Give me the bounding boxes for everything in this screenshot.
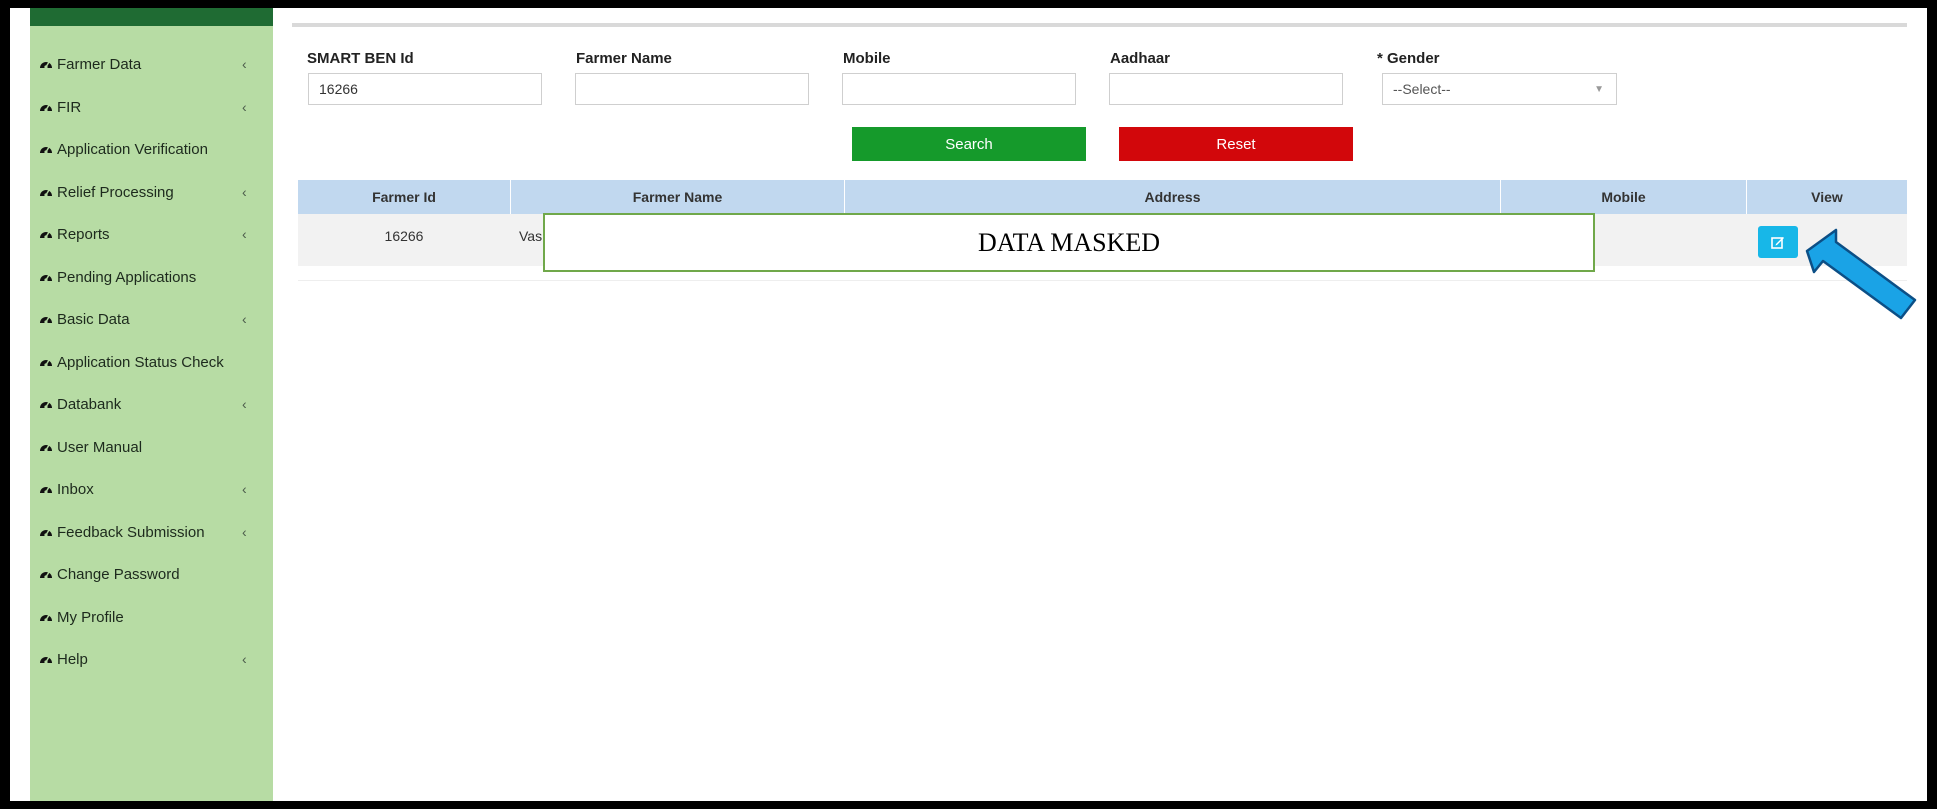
search-button[interactable]: Search <box>852 127 1086 161</box>
sidebar-item-label: Basic Data <box>57 310 130 328</box>
sidebar-item-my-profile[interactable]: My Profile <box>30 597 273 637</box>
chevron-left-icon: ‹ <box>242 56 247 72</box>
sidebar-item-reports[interactable]: Reports ‹ <box>30 214 273 254</box>
sidebar-item-pending-applications[interactable]: Pending Applications <box>30 257 273 297</box>
sidebar-item-feedback-submission[interactable]: Feedback Submission ‹ <box>30 512 273 552</box>
chevron-left-icon: ‹ <box>242 651 247 667</box>
farmer-name-input[interactable] <box>575 73 809 105</box>
chevron-left-icon: ‹ <box>242 524 247 540</box>
dashboard-gauge-icon <box>40 529 52 537</box>
sidebar-item-label: Help <box>57 650 88 668</box>
column-farmer-name: Farmer Name <box>510 180 844 214</box>
sidebar-item-label: FIR <box>57 98 82 116</box>
dashboard-gauge-icon <box>40 231 52 239</box>
sidebar-item-label: Reports <box>57 225 110 243</box>
farmer-name-label: Farmer Name <box>576 50 672 67</box>
sidebar-item-label: Feedback Submission <box>57 523 205 541</box>
app-frame: Farmer Data ‹ FIR ‹ Application Verification… <box>10 8 1927 801</box>
dashboard-gauge-icon <box>40 359 52 367</box>
cell-farmer-name: Vas <box>519 228 543 244</box>
mobile-label: Mobile <box>843 50 891 67</box>
gender-select[interactable]: --Select-- ▼ <box>1382 73 1617 105</box>
dashboard-gauge-icon <box>40 656 52 664</box>
sidebar-item-label: Application Status Check <box>57 353 224 371</box>
dashboard-gauge-icon <box>40 146 52 154</box>
sidebar-item-help[interactable]: Help ‹ <box>30 639 273 679</box>
sidebar-item-inbox[interactable]: Inbox ‹ <box>30 469 273 509</box>
chevron-left-icon: ‹ <box>242 99 247 115</box>
dashboard-gauge-icon <box>40 571 52 579</box>
chevron-left-icon: ‹ <box>242 226 247 242</box>
mobile-input[interactable] <box>842 73 1076 105</box>
reset-button[interactable]: Reset <box>1119 127 1353 161</box>
sidebar-item-label: My Profile <box>57 608 124 626</box>
aadhaar-input[interactable] <box>1109 73 1343 105</box>
dashboard-gauge-icon <box>40 444 52 452</box>
sidebar-item-label: Inbox <box>57 480 94 498</box>
smart-ben-id-label: SMART BEN Id <box>307 50 414 67</box>
dashboard-gauge-icon <box>40 614 52 622</box>
sidebar: Farmer Data ‹ FIR ‹ Application Verification… <box>30 8 273 801</box>
sidebar-item-label: Change Password <box>57 565 180 583</box>
column-address: Address <box>844 180 1500 214</box>
edit-icon <box>1771 237 1784 249</box>
chevron-left-icon: ‹ <box>242 184 247 200</box>
chevron-left-icon: ‹ <box>242 311 247 327</box>
dashboard-gauge-icon <box>40 316 52 324</box>
sidebar-item-change-password[interactable]: Change Password <box>30 554 273 594</box>
dashboard-gauge-icon <box>40 189 52 197</box>
gender-label: * Gender <box>1377 50 1440 67</box>
sidebar-item-fir[interactable]: FIR ‹ <box>30 87 273 127</box>
sidebar-item-label: User Manual <box>57 438 143 456</box>
select-caret-icon: ▼ <box>1594 84 1604 95</box>
annotation-arrow-icon <box>1805 228 1917 320</box>
sidebar-item-label: Farmer Data <box>57 55 142 73</box>
sidebar-item-databank[interactable]: Databank ‹ <box>30 384 273 424</box>
results-table-header: Farmer Id Farmer Name Address Mobile Vie… <box>298 180 1907 214</box>
dashboard-gauge-icon <box>40 486 52 494</box>
data-mask-overlay: DATA MASKED <box>543 213 1595 272</box>
sidebar-item-label: Application Verification <box>57 140 208 158</box>
header-divider <box>292 23 1907 27</box>
sidebar-item-basic-data[interactable]: Basic Data ‹ <box>30 299 273 339</box>
cell-farmer-id: 16266 <box>384 228 424 244</box>
view-edit-button[interactable] <box>1758 226 1798 258</box>
sidebar-item-label: Pending Applications <box>57 268 197 286</box>
dashboard-gauge-icon <box>40 61 52 69</box>
sidebar-item-farmer-data[interactable]: Farmer Data ‹ <box>30 44 273 84</box>
sidebar-item-user-manual[interactable]: User Manual <box>30 427 273 467</box>
sidebar-item-label: Databank <box>57 395 122 413</box>
column-farmer-id: Farmer Id <box>372 189 436 205</box>
sidebar-item-application-status-check[interactable]: Application Status Check <box>30 342 273 382</box>
column-mobile: Mobile <box>1500 180 1746 214</box>
dashboard-gauge-icon <box>40 401 52 409</box>
aadhaar-label: Aadhaar <box>1110 50 1171 67</box>
chevron-left-icon: ‹ <box>242 481 247 497</box>
gender-select-value: --Select-- <box>1393 81 1451 97</box>
sidebar-top-bar <box>30 8 273 26</box>
sidebar-item-application-verification[interactable]: Application Verification <box>30 129 273 169</box>
sidebar-item-label: Relief Processing <box>57 183 174 201</box>
dashboard-gauge-icon <box>40 104 52 112</box>
column-view: View <box>1746 180 1907 214</box>
smart-ben-id-input[interactable]: 16266 <box>308 73 542 105</box>
dashboard-gauge-icon <box>40 274 52 282</box>
sidebar-item-relief-processing[interactable]: Relief Processing ‹ <box>30 172 273 212</box>
chevron-left-icon: ‹ <box>242 396 247 412</box>
